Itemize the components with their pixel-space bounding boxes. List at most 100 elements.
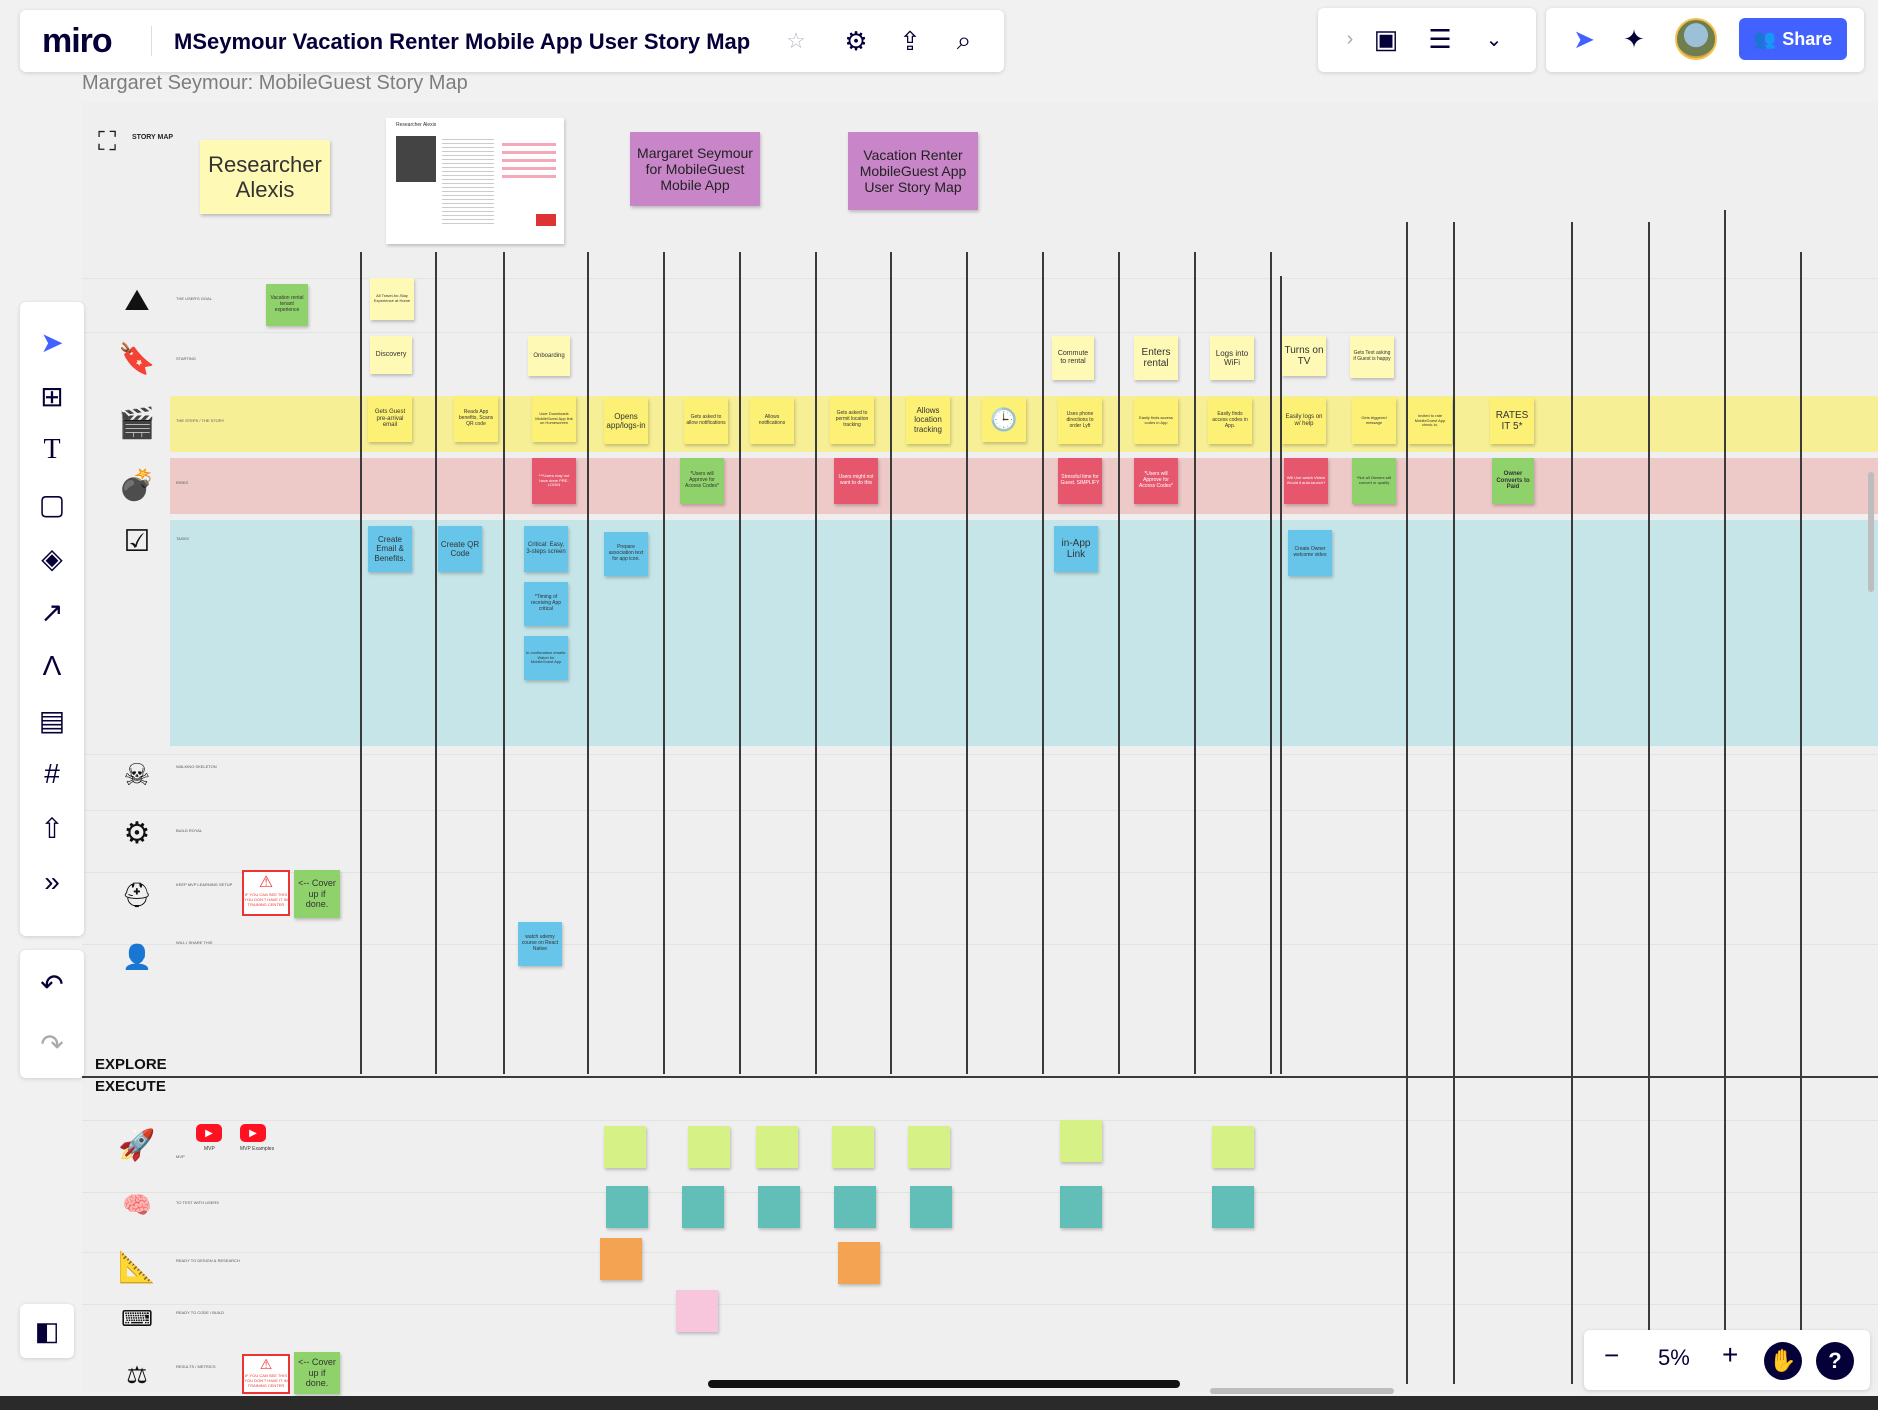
purple-note-title[interactable]: Vacation Renter MobileGuest App User Sto…: [848, 132, 978, 210]
pen-icon[interactable]: Λ: [34, 648, 70, 684]
risk-sticky[interactable]: Stressful time for Guest. SIMPLIFY: [1058, 458, 1102, 504]
step-sticky[interactable]: RATES IT 5*: [1490, 398, 1534, 444]
board-canvas[interactable]: Margaret Seymour: MobileGuest Story Map …: [0, 0, 1878, 1410]
task-sticky[interactable]: Create QR Code: [438, 526, 482, 572]
goal-sticky[interactable]: All Travel-for-Stay Experience at Home: [370, 278, 414, 320]
react-native-sticky[interactable]: watch udemy course on React Native: [518, 922, 562, 966]
risk-sticky[interactable]: ***Users may not have done PRE-LOGIN: [532, 458, 576, 504]
task-sticky[interactable]: Create Email & Benefits.: [368, 526, 412, 572]
goal-sticky[interactable]: Vacation rental tenant experience: [266, 284, 308, 326]
researcher-sticky[interactable]: Researcher Alexis: [200, 140, 330, 214]
user-test-sticky[interactable]: [1212, 1186, 1254, 1228]
chevron-right-icon[interactable]: ›: [1334, 23, 1366, 55]
templates-icon[interactable]: ⊞: [34, 378, 70, 414]
user-test-sticky[interactable]: [606, 1186, 648, 1228]
miro-logo[interactable]: miro: [42, 22, 113, 61]
step-sticky[interactable]: Allows notifications: [750, 398, 794, 444]
task-sticky[interactable]: in-App Link: [1054, 526, 1098, 572]
text-tool-icon[interactable]: T: [34, 432, 70, 468]
design-research-sticky[interactable]: [600, 1238, 642, 1280]
notes-icon[interactable]: ☰: [1424, 23, 1456, 55]
user-test-sticky[interactable]: [834, 1186, 876, 1228]
mvp-sticky[interactable]: [908, 1126, 950, 1168]
user-test-sticky[interactable]: [758, 1186, 800, 1228]
select-cursor-icon[interactable]: ➤: [34, 324, 70, 360]
search-icon[interactable]: ⌕: [948, 25, 980, 57]
user-test-sticky[interactable]: [682, 1186, 724, 1228]
risk-sticky[interactable]: *Users will Approve for Access Codes*: [1134, 458, 1178, 504]
star-icon[interactable]: ☆: [780, 25, 812, 57]
user-test-sticky[interactable]: [1060, 1186, 1102, 1228]
step-sticky[interactable]: User Downloads MobileGuest App link on H…: [532, 396, 576, 442]
step-sticky[interactable]: Gets asked to permit location tracking: [830, 396, 874, 444]
step-sticky[interactable]: Gets Guest pre-arrival email: [368, 396, 412, 442]
upload-file-icon[interactable]: ⇧: [34, 810, 70, 846]
shapes-icon[interactable]: ◈: [34, 540, 70, 576]
mvp-sticky[interactable]: [1212, 1126, 1254, 1168]
frame-icon[interactable]: #: [34, 756, 70, 792]
risk-sticky[interactable]: Owner Converts to Paid: [1492, 458, 1534, 504]
vertical-scrollbar[interactable]: [1868, 472, 1874, 592]
step-sticky[interactable]: Gets asked to allow notifications: [684, 398, 728, 444]
risk-sticky[interactable]: Will Use watch Video/ Would it auto-laun…: [1284, 458, 1328, 504]
frame-title[interactable]: Margaret Seymour: MobileGuest Story Map: [82, 72, 468, 95]
avatar[interactable]: [1675, 18, 1717, 60]
hand-tool-icon[interactable]: ✋: [1764, 1342, 1802, 1380]
upload-icon[interactable]: ⇪: [894, 25, 926, 57]
persona-document-thumbnail[interactable]: Researcher Alexis: [386, 118, 564, 244]
zoom-in-button[interactable]: +: [1722, 1339, 1738, 1371]
cover-up-sticky[interactable]: <-- Cover up if done.: [294, 870, 340, 918]
starting-sticky[interactable]: Onboarding: [528, 336, 570, 376]
starting-sticky[interactable]: Logs into WiFi: [1210, 336, 1254, 380]
training-warning[interactable]: ⚠ IF YOU CAN SEE THIS YOU DON'T HAVE IT …: [242, 1354, 290, 1394]
more-tools-icon[interactable]: »: [34, 864, 70, 900]
mvp-sticky[interactable]: [688, 1126, 730, 1168]
design-research-sticky[interactable]: [838, 1242, 880, 1284]
step-sticky[interactable]: Easily finds access codes in App: [1134, 398, 1178, 444]
training-warning[interactable]: ⚠ IF YOU CAN SEE THIS YOU DON'T HAVE IT …: [242, 870, 290, 916]
double-chevron-down-icon[interactable]: ⌄: [1478, 23, 1510, 55]
task-sticky[interactable]: *Timing of receiving App critical: [524, 582, 568, 626]
step-sticky[interactable]: Uses phone directions to order Lyft: [1058, 398, 1102, 444]
task-sticky[interactable]: In confirmation emails: Watch for Mobile…: [524, 636, 568, 680]
starting-sticky[interactable]: Enters rental: [1134, 336, 1178, 380]
mvp-sticky[interactable]: [1060, 1120, 1102, 1162]
risk-sticky[interactable]: *Users will Approve for Access Codes*: [680, 458, 724, 504]
risk-sticky[interactable]: *Not all Owners will convert or qualify: [1352, 458, 1396, 504]
redo-icon[interactable]: ↷: [34, 1026, 70, 1062]
gear-icon[interactable]: ⚙: [840, 25, 872, 57]
starting-sticky[interactable]: Commute to rental: [1052, 336, 1094, 380]
clock-sticky-icon[interactable]: 🕒: [982, 398, 1026, 442]
share-button[interactable]: 👥 Share: [1739, 18, 1847, 60]
connection-line-icon[interactable]: ↗: [34, 594, 70, 630]
mvp-sticky[interactable]: [756, 1126, 798, 1168]
step-sticky[interactable]: Opens app/logs-in: [604, 398, 648, 444]
user-test-sticky[interactable]: [910, 1186, 952, 1228]
cover-up-sticky[interactable]: <-- Cover up if done.: [294, 1352, 340, 1394]
sidebar-toggle-icon[interactable]: ◧: [20, 1304, 74, 1358]
sticky-note-icon[interactable]: ▢: [34, 486, 70, 522]
story-map-frame[interactable]: [82, 102, 1878, 1392]
undo-icon[interactable]: ↶: [34, 966, 70, 1002]
risk-sticky[interactable]: Users might not want to do this: [834, 458, 878, 504]
step-sticky[interactable]: Reads App benefits, Scans QR code: [454, 396, 498, 442]
ready-to-code-sticky[interactable]: [676, 1290, 718, 1332]
presentation-icon[interactable]: ▣: [1370, 23, 1402, 55]
step-sticky[interactable]: Easily logs on w/ help: [1282, 398, 1326, 444]
purple-note-project[interactable]: Margaret Seymour for MobileGuest Mobile …: [630, 132, 760, 206]
step-sticky[interactable]: Easily finds access codes in App.: [1208, 398, 1252, 444]
step-sticky[interactable]: Allows location tracking: [906, 396, 950, 444]
comment-icon[interactable]: ▤: [34, 702, 70, 738]
starting-sticky[interactable]: Discovery: [370, 336, 412, 374]
task-sticky[interactable]: Critical: Easy, 3-steps screen: [524, 526, 568, 572]
step-sticky[interactable]: Invited to rate MobileGuest App check-in…: [1408, 398, 1452, 444]
board-title[interactable]: MSeymour Vacation Renter Mobile App User…: [174, 29, 750, 55]
starting-sticky[interactable]: Turns on TV: [1282, 336, 1326, 376]
task-sticky[interactable]: Create Owner welcome video: [1288, 530, 1332, 576]
help-icon[interactable]: ?: [1816, 1342, 1854, 1380]
cursor-flag-icon[interactable]: ➤: [1568, 23, 1600, 55]
mvp-sticky[interactable]: [604, 1126, 646, 1168]
youtube-play-icon[interactable]: ▶: [196, 1124, 222, 1142]
reactions-icon[interactable]: ✦: [1618, 23, 1650, 55]
task-sticky[interactable]: Prepare association text for app icon.: [604, 532, 648, 576]
